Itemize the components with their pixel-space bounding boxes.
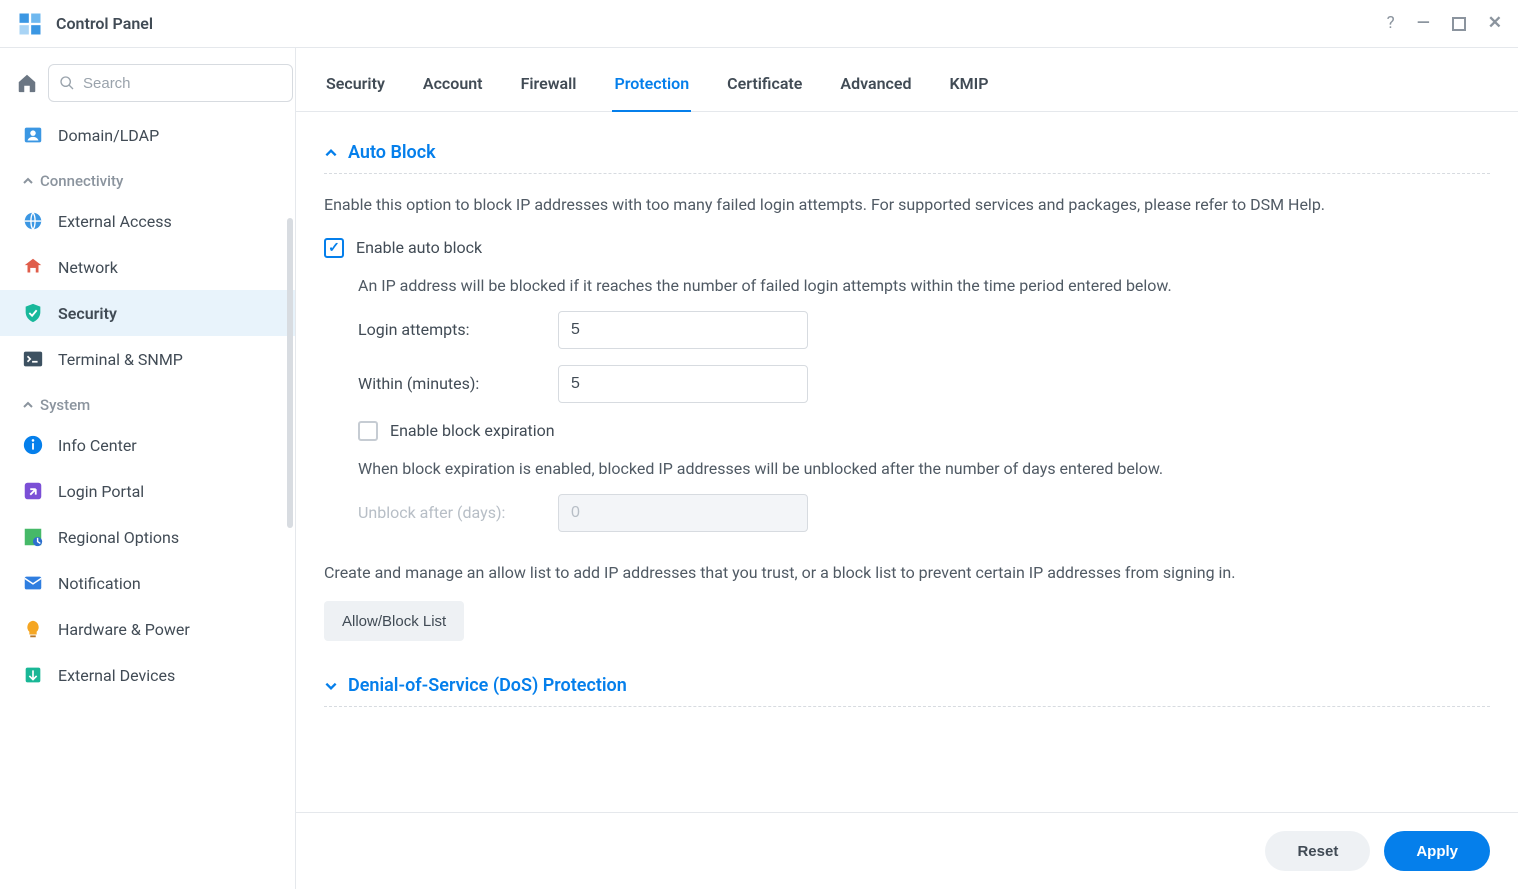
bulb-icon [22, 618, 44, 640]
sidebar-item-label: Security [58, 304, 117, 323]
sidebar-item-label: External Access [58, 212, 172, 231]
sidebar-item-hardware-power[interactable]: Hardware & Power [0, 606, 295, 652]
within-minutes-label: Within (minutes): [358, 374, 558, 393]
footer: Reset Apply [296, 812, 1518, 889]
tab-advanced[interactable]: Advanced [838, 66, 913, 111]
list-desc: Create and manage an allow list to add I… [324, 560, 1490, 586]
tabs: Security Account Firewall Protection Cer… [296, 48, 1518, 112]
portal-icon [22, 480, 44, 502]
sidebar-item-info-center[interactable]: Info Center [0, 422, 295, 468]
sidebar-item-domain-ldap[interactable]: Domain/LDAP [0, 112, 295, 158]
region-icon [22, 526, 44, 548]
expire-desc: When block expiration is enabled, blocke… [358, 459, 1490, 478]
minimize-button[interactable]: — [1417, 15, 1430, 32]
chevron-down-icon [324, 679, 338, 693]
content: Auto Block Enable this option to block I… [296, 112, 1518, 812]
within-minutes-input[interactable] [558, 365, 808, 403]
tab-account[interactable]: Account [421, 66, 485, 111]
sidebar-item-regional-options[interactable]: Regional Options [0, 514, 295, 560]
allow-block-list-button[interactable]: Allow/Block List [324, 601, 464, 641]
apply-button[interactable]: Apply [1384, 831, 1490, 871]
sidebar: Domain/LDAP Connectivity External Access [0, 48, 296, 889]
terminal-icon [22, 348, 44, 370]
section-label: Connectivity [40, 172, 123, 190]
chevron-up-icon [324, 146, 338, 160]
accordion-title: Auto Block [348, 142, 436, 163]
sidebar-item-label: Hardware & Power [58, 620, 190, 639]
network-icon [22, 256, 44, 278]
accordion-title: Denial-of-Service (DoS) Protection [348, 675, 627, 696]
sidebar-item-label: Info Center [58, 436, 137, 455]
sidebar-item-network[interactable]: Network [0, 244, 295, 290]
user-card-icon [22, 124, 44, 146]
sidebar-item-notification[interactable]: Notification [0, 560, 295, 606]
sidebar-item-label: Notification [58, 574, 141, 593]
globe-icon [22, 210, 44, 232]
maximize-button[interactable] [1452, 17, 1466, 31]
window: Control Panel ? — ✕ [0, 0, 1518, 889]
window-title: Control Panel [56, 14, 153, 33]
sidebar-item-external-devices[interactable]: External Devices [0, 652, 295, 698]
sidebar-scrollbar[interactable] [287, 218, 293, 528]
enable-block-expiration-label: Enable block expiration [390, 421, 555, 440]
login-attempts-label: Login attempts: [358, 320, 558, 339]
reset-button[interactable]: Reset [1265, 831, 1370, 871]
sidebar-item-label: Network [58, 258, 118, 277]
enable-auto-block-label: Enable auto block [356, 238, 482, 257]
titlebar: Control Panel ? — ✕ [0, 0, 1518, 48]
sidebar-item-label: External Devices [58, 666, 175, 685]
sidebar-item-label: Login Portal [58, 482, 144, 501]
device-icon [22, 664, 44, 686]
enable-auto-block-checkbox[interactable]: ✓ [324, 238, 344, 258]
tab-certificate[interactable]: Certificate [725, 66, 804, 111]
login-attempts-input[interactable] [558, 311, 808, 349]
section-system[interactable]: System [0, 382, 295, 422]
info-icon [22, 434, 44, 456]
notification-icon [22, 572, 44, 594]
sidebar-item-label: Domain/LDAP [58, 126, 159, 145]
sidebar-item-external-access[interactable]: External Access [0, 198, 295, 244]
sidebar-item-label: Terminal & SNMP [58, 350, 183, 369]
nav: Domain/LDAP Connectivity External Access [0, 112, 295, 889]
tab-kmip[interactable]: KMIP [947, 66, 990, 111]
section-label: System [40, 396, 90, 414]
tab-security[interactable]: Security [324, 66, 387, 111]
home-button[interactable] [16, 66, 38, 100]
shield-icon [22, 302, 44, 324]
unblock-after-label: Unblock after (days): [358, 503, 558, 522]
autoblock-subdesc: An IP address will be blocked if it reac… [358, 276, 1490, 295]
close-button[interactable]: ✕ [1488, 15, 1502, 32]
sidebar-item-login-portal[interactable]: Login Portal [0, 468, 295, 514]
autoblock-help: Enable this option to block IP addresses… [324, 192, 1490, 218]
search-input[interactable] [83, 75, 282, 92]
accordion-auto-block[interactable]: Auto Block [324, 132, 1490, 174]
search-icon [59, 75, 75, 91]
sidebar-item-label: Regional Options [58, 528, 179, 547]
chevron-up-icon [22, 175, 34, 187]
help-button[interactable]: ? [1387, 15, 1395, 32]
section-connectivity[interactable]: Connectivity [0, 158, 295, 198]
tab-firewall[interactable]: Firewall [519, 66, 579, 111]
main: Security Account Firewall Protection Cer… [296, 48, 1518, 889]
accordion-dos-protection[interactable]: Denial-of-Service (DoS) Protection [324, 665, 1490, 707]
tab-protection[interactable]: Protection [612, 66, 691, 111]
app-icon [16, 10, 44, 38]
sidebar-item-security[interactable]: Security [0, 290, 295, 336]
search-box[interactable] [48, 64, 293, 102]
unblock-after-input [558, 494, 808, 532]
sidebar-item-terminal-snmp[interactable]: Terminal & SNMP [0, 336, 295, 382]
enable-block-expiration-checkbox[interactable]: ✓ [358, 421, 378, 441]
chevron-up-icon [22, 399, 34, 411]
